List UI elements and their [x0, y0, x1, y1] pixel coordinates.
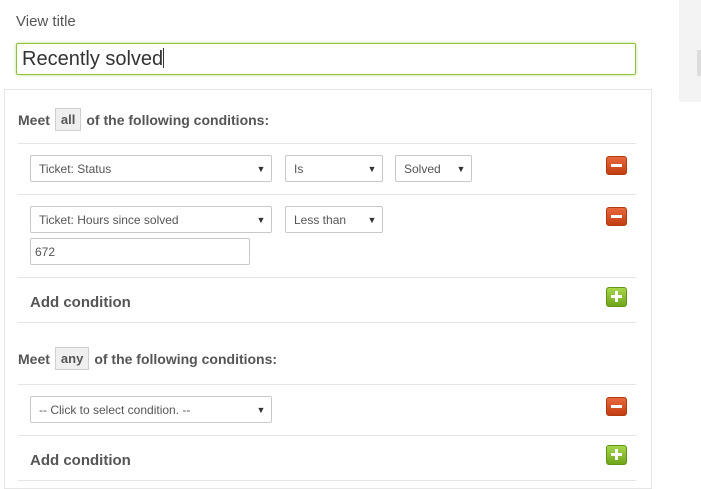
text-cursor — [163, 48, 165, 68]
condition-field-select[interactable]: Ticket: Hours since solved ▼ — [30, 206, 272, 233]
conditions-suffix: of the following conditions: — [86, 111, 270, 128]
add-condition-label[interactable]: Add condition — [30, 294, 131, 311]
condition-operator-value: Less than — [294, 212, 347, 227]
divider — [18, 480, 636, 481]
caret-down-icon: ▼ — [456, 163, 466, 174]
any-conditions-heading: Meet any of the following conditions: — [18, 347, 277, 370]
view-title-input[interactable]: Recently solved — [16, 43, 636, 75]
caret-down-icon: ▼ — [367, 214, 377, 225]
conditions-panel — [4, 89, 652, 489]
condition-value-input[interactable]: 672 — [30, 238, 250, 265]
condition-field-value: Ticket: Hours since solved — [39, 212, 179, 227]
remove-condition-button[interactable] — [606, 156, 627, 175]
caret-down-icon: ▼ — [256, 214, 266, 225]
condition-operator-select[interactable]: Is ▼ — [285, 155, 383, 182]
remove-condition-button[interactable] — [606, 397, 627, 416]
meet-label: Meet — [18, 111, 50, 128]
caret-down-icon: ▼ — [367, 163, 377, 174]
remove-condition-button[interactable] — [606, 207, 627, 226]
divider — [18, 277, 636, 278]
caret-down-icon: ▼ — [256, 163, 266, 174]
add-condition-label[interactable]: Add condition — [30, 452, 131, 469]
view-title-value: Recently solved — [22, 48, 164, 70]
caret-down-icon: ▼ — [256, 404, 266, 415]
condition-value-value: Solved — [404, 161, 441, 176]
meet-label: Meet — [18, 350, 50, 367]
add-condition-button[interactable] — [606, 445, 627, 465]
condition-field-select[interactable]: Ticket: Status ▼ — [30, 155, 272, 182]
condition-value-select[interactable]: Solved ▼ — [395, 155, 472, 182]
all-conditions-heading: Meet all of the following conditions: — [18, 108, 269, 131]
divider — [18, 194, 636, 195]
condition-field-select[interactable]: -- Click to select condition. -- ▼ — [30, 396, 272, 423]
condition-field-value: -- Click to select condition. -- — [39, 402, 191, 417]
divider — [18, 143, 636, 144]
condition-operator-value: Is — [294, 161, 304, 176]
divider — [18, 322, 636, 323]
any-mode-toggle[interactable]: any — [54, 347, 90, 370]
condition-operator-select[interactable]: Less than ▼ — [285, 206, 383, 233]
side-panel — [679, 0, 701, 102]
add-condition-button[interactable] — [606, 287, 627, 307]
divider — [18, 435, 636, 436]
conditions-suffix: of the following conditions: — [94, 350, 278, 367]
all-mode-toggle[interactable]: all — [54, 108, 82, 131]
divider — [18, 384, 636, 385]
side-panel-tab[interactable] — [697, 50, 701, 76]
condition-field-value: Ticket: Status — [39, 161, 112, 176]
view-title-label: View title — [16, 13, 76, 30]
